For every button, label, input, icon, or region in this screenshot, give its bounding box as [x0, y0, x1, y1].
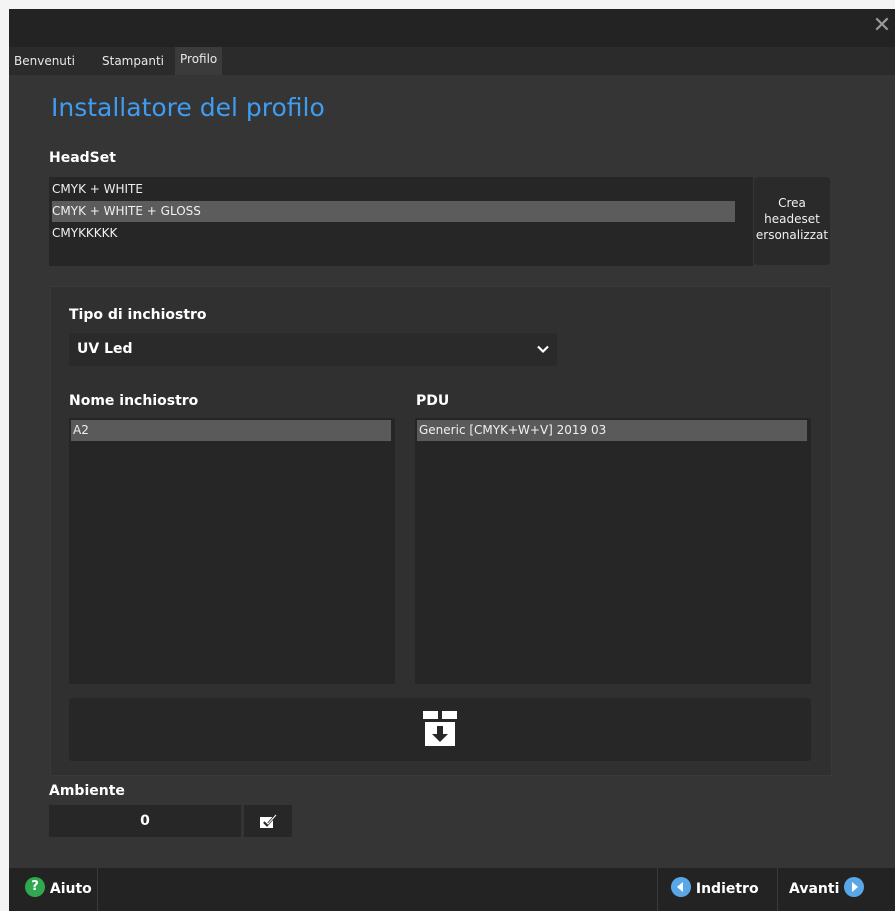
back-label: Indietro	[695, 881, 759, 897]
headset-item-selected[interactable]: CMYK + WHITE + GLOSS	[52, 201, 735, 222]
ambiente-edit-button[interactable]	[244, 805, 292, 837]
create-headset-label-2: headeset	[764, 212, 820, 226]
next-button[interactable]: Avanti	[789, 868, 865, 911]
headset-list[interactable]: CMYK + WHITE CMYK + WHITE + GLOSS CMYKKK…	[49, 177, 787, 266]
close-icon[interactable]: ✕	[871, 15, 893, 37]
ink-type-label: Tipo di inchiostro	[69, 307, 207, 323]
ink-type-select[interactable]: UV Led	[69, 333, 557, 366]
title-bar: ✕	[9, 9, 895, 47]
headset-label: HeadSet	[49, 150, 116, 166]
tab-bar: Benvenuti Stampanti Profilo	[9, 47, 895, 75]
app-window: ✕ Benvenuti Stampanti Profilo Installato…	[9, 9, 895, 911]
pdu-list[interactable]: Generic [CMYK+W+V] 2019 03	[415, 418, 811, 684]
create-headset-button[interactable]: Crea headeset ersonalizzat	[754, 177, 830, 265]
edit-icon	[260, 814, 277, 828]
arrow-left-icon	[671, 877, 691, 897]
help-label: Aiuto	[49, 881, 92, 897]
headset-item[interactable]: CMYK + WHITE	[52, 179, 735, 200]
help-button[interactable]: ? Aiuto	[25, 868, 92, 911]
divider	[777, 868, 778, 911]
tab-profilo[interactable]: Profilo	[175, 47, 223, 75]
box-download-icon	[423, 711, 457, 746]
ink-name-item[interactable]: A2	[71, 420, 391, 441]
ambiente-label: Ambiente	[49, 783, 125, 799]
create-headset-label-3: ersonalizzat	[755, 228, 829, 242]
arrow-right-icon	[844, 877, 865, 897]
divider	[657, 868, 658, 911]
tab-benvenuti[interactable]: Benvenuti	[9, 47, 80, 75]
headset-item[interactable]: CMYKKKKK	[52, 223, 735, 244]
chevron-down-icon	[537, 345, 549, 354]
ink-name-list[interactable]: A2	[69, 418, 395, 684]
divider	[97, 868, 98, 911]
bottom-bar: ? Aiuto Indietro Avanti	[9, 868, 895, 911]
create-headset-label-1: Crea	[778, 196, 806, 210]
ink-type-value: UV Led	[77, 341, 133, 357]
help-icon: ?	[25, 877, 45, 897]
next-label: Avanti	[789, 881, 840, 897]
pdu-label: PDU	[416, 393, 450, 409]
back-button[interactable]: Indietro	[671, 868, 759, 911]
ink-name-label: Nome inchiostro	[69, 393, 199, 409]
tab-stampanti[interactable]: Stampanti	[97, 47, 169, 75]
ambiente-value-field[interactable]: 0	[49, 805, 241, 837]
pdu-item[interactable]: Generic [CMYK+W+V] 2019 03	[417, 420, 807, 441]
page-title: Installatore del profilo	[51, 93, 325, 122]
install-profile-button[interactable]	[69, 698, 811, 761]
